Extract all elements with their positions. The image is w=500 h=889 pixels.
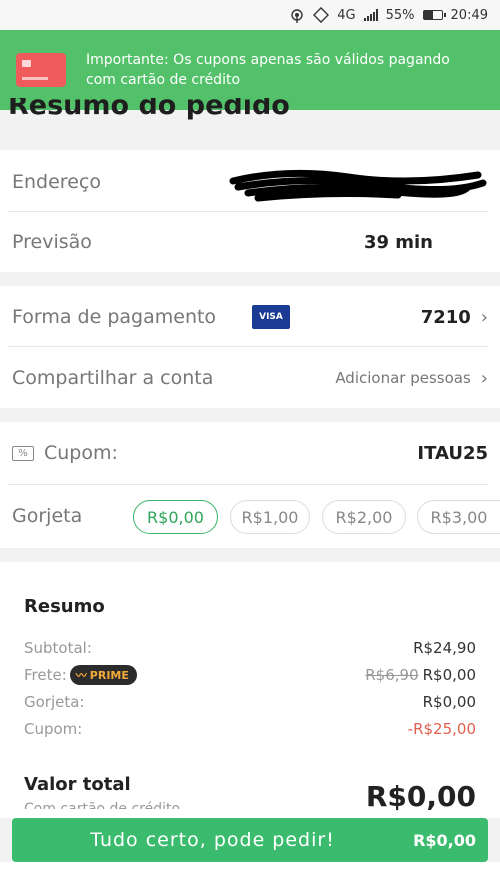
coupon-label: Cupom: <box>44 442 118 464</box>
tip-option-2[interactable]: R$2,00 <box>322 500 406 534</box>
coupon-code: ITAU25 <box>417 442 488 464</box>
total-value: R$0,00 <box>365 780 476 813</box>
divider <box>8 346 488 347</box>
clock: 20:49 <box>450 7 488 23</box>
credit-card-icon <box>16 53 66 87</box>
address-label: Endereço <box>12 171 101 193</box>
coupon-summary-row: Cupom: -R$25,00 <box>24 718 476 740</box>
place-order-price: R$0,00 <box>413 830 476 850</box>
payment-method-row[interactable]: Forma de pagamento 7210 › <box>0 287 500 347</box>
forecast-label: Previsão <box>12 231 92 253</box>
total-sublabel: Com cartão de crédito <box>24 801 181 809</box>
sync-icon <box>313 7 330 23</box>
payment-method-label: Forma de pagamento <box>12 306 217 328</box>
divider <box>8 484 488 485</box>
add-people-link[interactable]: Adicionar pessoas <box>335 369 470 387</box>
coupon-icon: % <box>12 445 34 461</box>
tip-summary-value: R$0,00 <box>422 693 476 711</box>
battery-percent: 55% <box>385 7 415 23</box>
summary-title: Resumo <box>24 596 105 617</box>
hotspot-icon <box>289 7 305 23</box>
chevron-right-icon: › <box>480 367 488 389</box>
toast-message: Importante: Os cupons apenas são válidos… <box>86 52 450 88</box>
page-title: Resumo do pedido <box>8 98 290 121</box>
coupon-summary-label: Cupom: <box>24 720 83 738</box>
subtotal-label: Subtotal: <box>24 639 92 657</box>
forecast-row: Previsão 39 min <box>0 212 500 272</box>
battery-icon <box>422 10 446 20</box>
share-bill-row[interactable]: Compartilhar a conta Adicionar pessoas › <box>0 348 500 408</box>
place-order-label: Tudo certo, pode pedir! <box>90 829 335 851</box>
tip-summary-row: Gorjeta: R$0,00 <box>24 691 476 713</box>
signal-icon <box>363 9 378 21</box>
coupon-row[interactable]: % Cupom: ITAU25 <box>0 423 500 483</box>
tip-summary-label: Gorjeta: <box>24 693 85 711</box>
place-order-button[interactable]: Tudo certo, pode pedir! R$0,00 <box>12 818 488 862</box>
tip-option-3[interactable]: R$3,00 <box>417 500 500 534</box>
payment-card: Forma de pagamento 7210 › Compartilhar a… <box>0 286 500 408</box>
tip-option-0[interactable]: R$0,00 <box>133 500 218 534</box>
subtotal-value: R$24,90 <box>413 639 476 657</box>
shipping-label: Frete: <box>24 666 67 684</box>
card-last-digits: 7210 <box>420 306 471 328</box>
shipping-old-value: R$6,90 <box>365 666 419 684</box>
visa-card-icon: VISA <box>252 305 290 329</box>
forecast-value: 39 min <box>363 231 433 253</box>
redacted-address-scribble <box>229 169 487 202</box>
shipping-value: R$0,00 <box>422 666 476 684</box>
prime-badge: 〰 PRIME <box>69 665 137 685</box>
prime-icon: 〰 <box>75 669 87 682</box>
chevron-right-icon: › <box>480 306 488 328</box>
share-bill-label: Compartilhar a conta <box>12 367 214 389</box>
shipping-row: Frete: 〰 PRIME R$6,90 R$0,00 <box>24 664 476 686</box>
total-label: Valor total <box>24 774 131 795</box>
coupon-summary-value: -R$25,00 <box>407 720 476 738</box>
subtotal-row: Subtotal: R$24,90 <box>24 637 476 659</box>
tip-option-1[interactable]: R$1,00 <box>230 500 310 534</box>
tip-label: Gorjeta <box>12 505 83 527</box>
status-bar: 4G 55% 20:49 <box>0 0 500 30</box>
network-type: 4G <box>337 7 356 23</box>
bottom-bar <box>0 862 500 889</box>
